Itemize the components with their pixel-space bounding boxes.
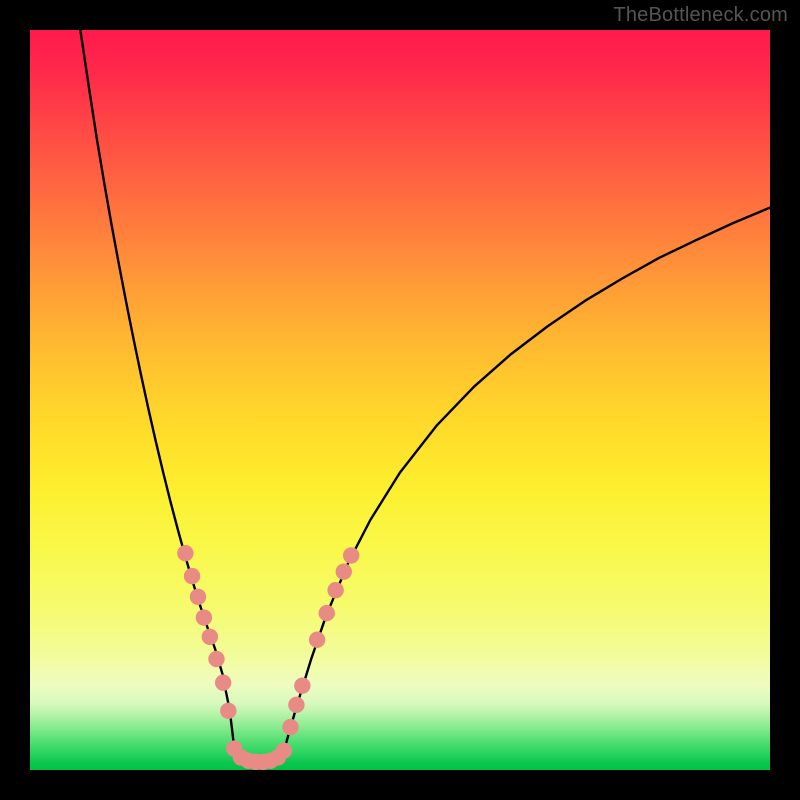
data-markers [177, 545, 359, 770]
data-marker [336, 563, 352, 579]
data-marker [202, 629, 218, 645]
bottleneck-curve-path [80, 30, 770, 762]
curve-overlay [30, 30, 770, 770]
data-marker [288, 697, 304, 713]
data-marker [220, 703, 236, 719]
watermark-text: TheBottleneck.com [613, 4, 788, 27]
chart-frame: TheBottleneck.com [0, 0, 800, 800]
data-marker [319, 605, 335, 621]
data-marker [190, 589, 206, 605]
data-marker [343, 547, 359, 563]
data-marker [276, 743, 292, 759]
plot-area [30, 30, 770, 770]
data-marker [215, 674, 231, 690]
data-marker [196, 609, 212, 625]
data-marker [294, 677, 310, 693]
bottleneck-curve [80, 30, 770, 762]
data-marker [327, 582, 343, 598]
data-marker [177, 545, 193, 561]
data-marker [282, 719, 298, 735]
data-marker [208, 651, 224, 667]
data-marker [309, 632, 325, 648]
data-marker [184, 568, 200, 584]
